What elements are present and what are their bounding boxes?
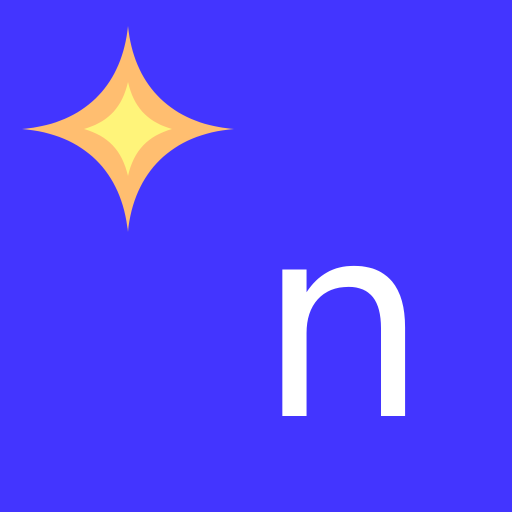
brand-letter: n (258, 168, 428, 480)
sparkle-inner-shape (84, 82, 172, 176)
sparkle-icon (22, 26, 234, 232)
app-icon: n (0, 0, 512, 512)
